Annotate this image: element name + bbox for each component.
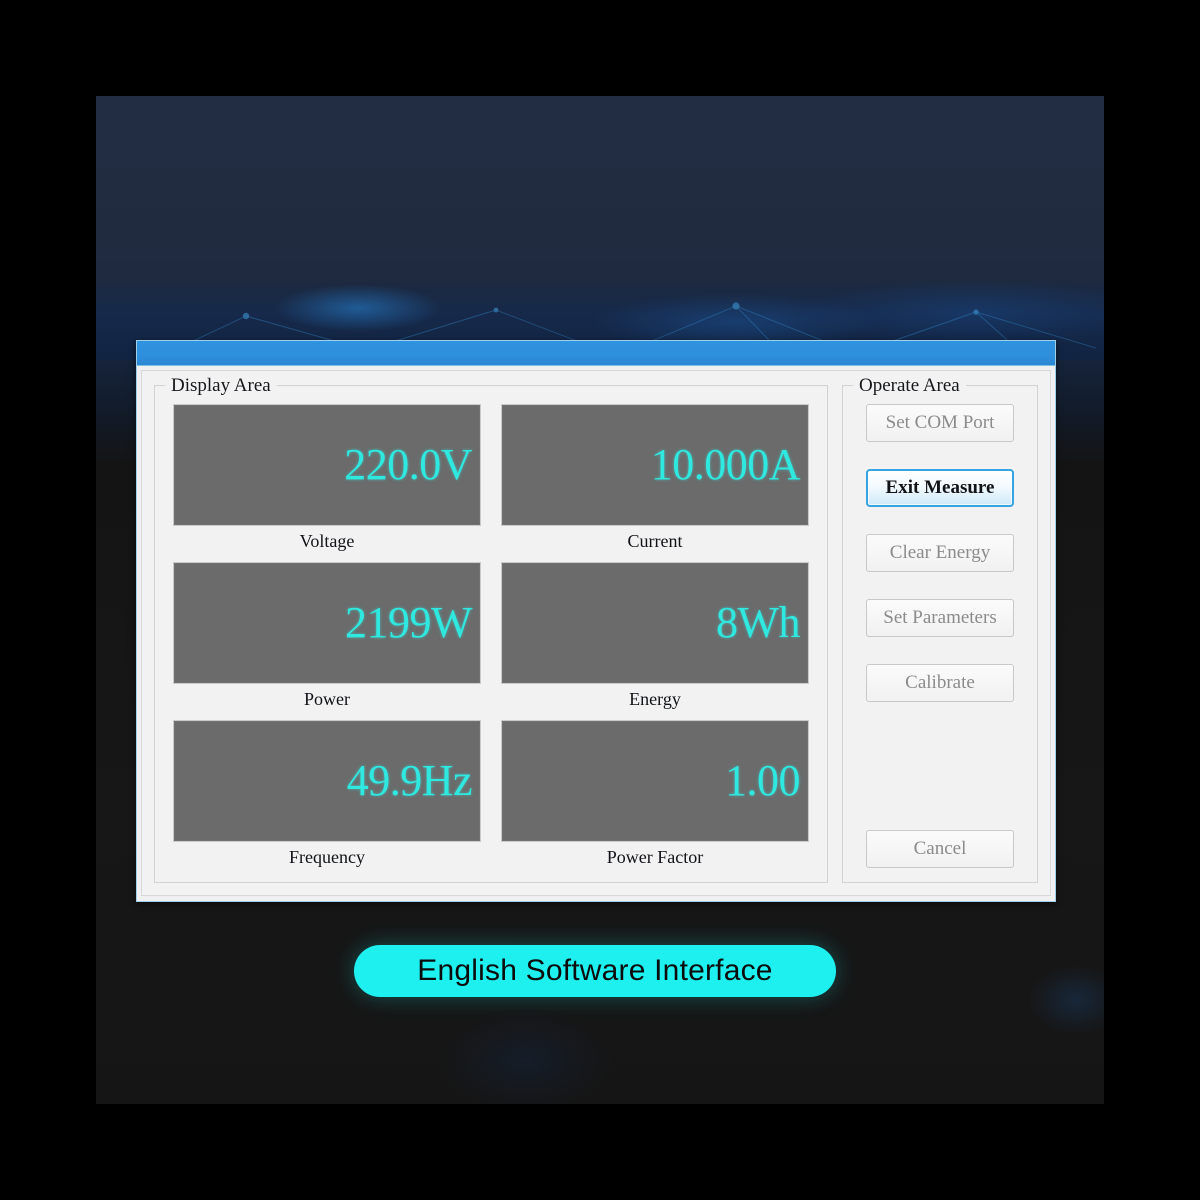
set-com-port-button[interactable]: Set COM Port: [866, 404, 1014, 442]
display-area-group: Display Area 220.0V Voltage 10.000A Curr…: [154, 375, 828, 883]
calibrate-button[interactable]: Calibrate: [866, 664, 1014, 702]
energy-value: 8Wh: [715, 598, 801, 647]
current-value: 10.000A: [650, 440, 801, 489]
meter-frequency: 49.9Hz Frequency: [173, 720, 481, 872]
screenshot-stage: Display Area 220.0V Voltage 10.000A Curr…: [0, 0, 1200, 1200]
voltage-label: Voltage: [299, 531, 355, 551]
frequency-value-box: 49.9Hz: [173, 720, 481, 842]
energy-label: Energy: [629, 689, 681, 709]
meter-power-factor: 1.00 Power Factor: [501, 720, 809, 872]
window-client-area: Display Area 220.0V Voltage 10.000A Curr…: [141, 370, 1051, 896]
frequency-value: 49.9Hz: [346, 756, 473, 805]
voltage-value: 220.0V: [344, 440, 472, 489]
product-photo-background: Display Area 220.0V Voltage 10.000A Curr…: [96, 96, 1104, 1104]
clear-energy-button[interactable]: Clear Energy: [866, 534, 1014, 572]
set-parameters-button[interactable]: Set Parameters: [866, 599, 1014, 637]
meter-energy: 8Wh Energy: [501, 562, 809, 714]
power-label: Power: [304, 689, 350, 709]
caption-badge: English Software Interface: [354, 945, 836, 997]
display-area-title: Display Area: [165, 375, 277, 397]
power-factor-label: Power Factor: [606, 847, 704, 867]
power-value-box: 2199W: [173, 562, 481, 684]
meter-voltage: 220.0V Voltage: [173, 404, 481, 556]
operate-area-title: Operate Area: [853, 375, 966, 397]
operate-area-group: Operate Area Set COM Port Exit Measure C…: [842, 375, 1038, 883]
meter-power: 2199W Power: [173, 562, 481, 714]
energy-value-box: 8Wh: [501, 562, 809, 684]
current-value-box: 10.000A: [501, 404, 809, 526]
application-window: Display Area 220.0V Voltage 10.000A Curr…: [136, 340, 1056, 902]
window-titlebar[interactable]: [137, 341, 1055, 366]
meter-current: 10.000A Current: [501, 404, 809, 556]
power-factor-value-box: 1.00: [501, 720, 809, 842]
caption-text: English Software Interface: [417, 954, 773, 987]
background-upper-panel: [96, 96, 1104, 286]
frequency-label: Frequency: [289, 847, 365, 867]
cancel-button[interactable]: Cancel: [866, 830, 1014, 868]
voltage-value-box: 220.0V: [173, 404, 481, 526]
current-label: Current: [627, 531, 683, 551]
meter-grid: 220.0V Voltage 10.000A Current 2199W Pow…: [165, 398, 817, 874]
operate-button-stack: Set COM Port Exit Measure Clear Energy S…: [853, 398, 1027, 874]
power-factor-value: 1.00: [725, 756, 801, 805]
power-value: 2199W: [344, 598, 473, 647]
exit-measure-button[interactable]: Exit Measure: [866, 469, 1014, 507]
